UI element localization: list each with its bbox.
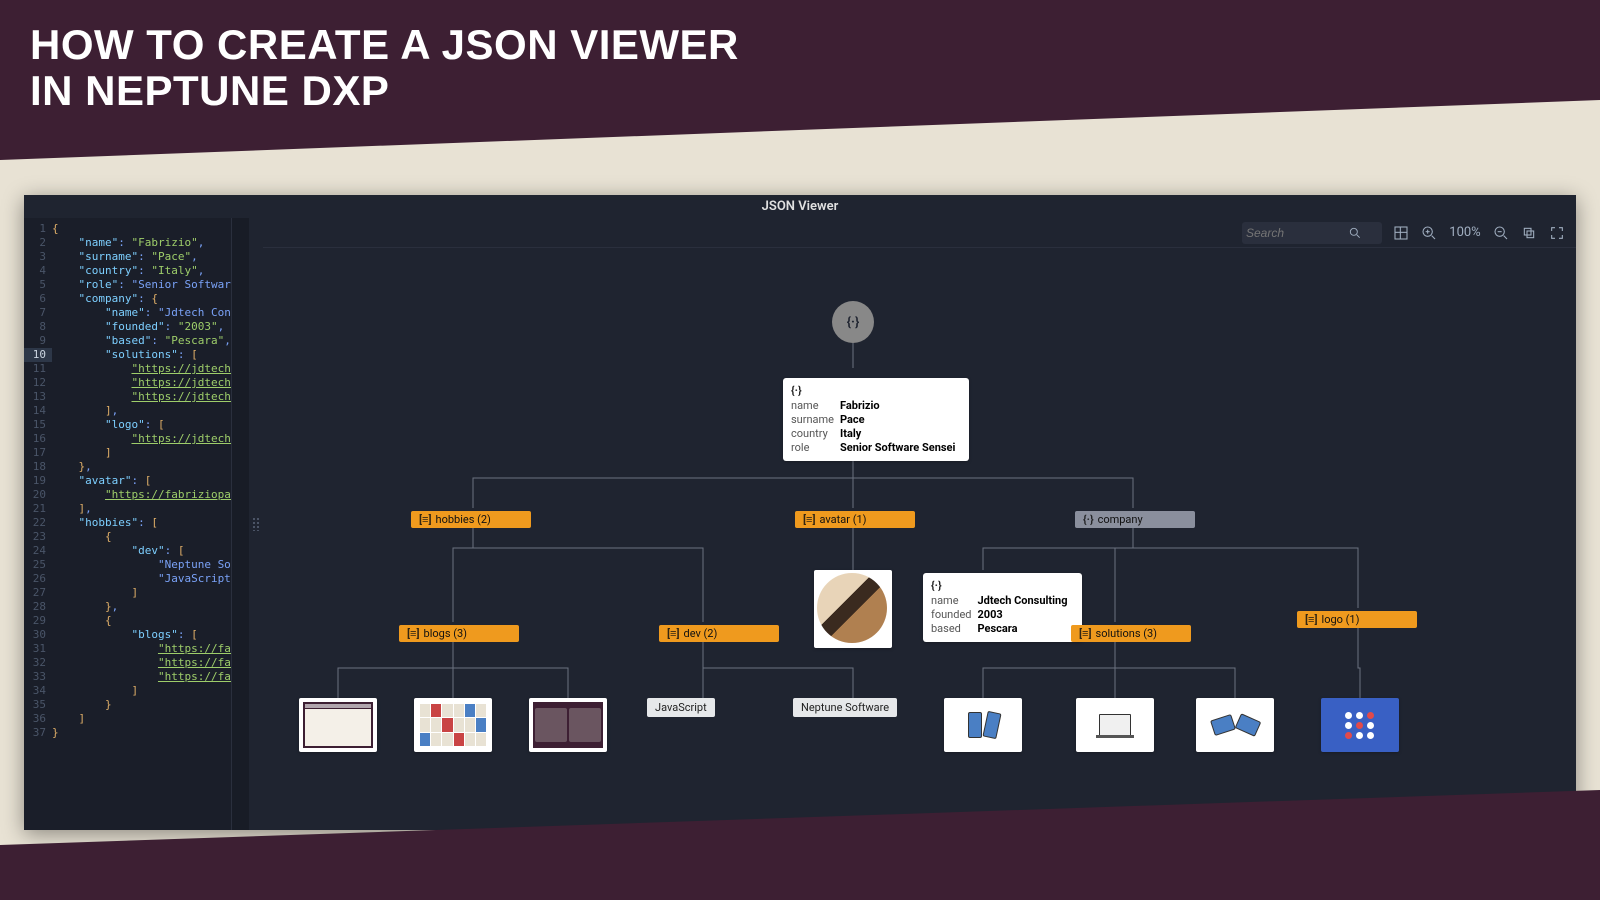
fullscreen-icon[interactable] (1548, 224, 1566, 242)
dev-item-js[interactable]: JavaScript (647, 698, 715, 717)
app-title: JSON Viewer (24, 195, 1576, 218)
viewer-pane: 100% (263, 218, 1576, 830)
company-tag[interactable]: {·}company (1075, 508, 1195, 528)
blog-thumb-1[interactable] (299, 698, 377, 752)
minimap[interactable] (231, 218, 249, 830)
solution-thumb-1[interactable] (944, 698, 1022, 752)
avatar-tag[interactable]: [≡]avatar (1) (795, 508, 915, 528)
solution-thumb-3[interactable] (1196, 698, 1274, 752)
zoom-out-icon[interactable] (1492, 224, 1510, 242)
avatar-thumb[interactable] (814, 570, 892, 648)
search-field[interactable] (1242, 222, 1382, 244)
fit-icon[interactable] (1520, 224, 1538, 242)
search-icon[interactable] (1346, 224, 1364, 242)
slide-title: HOW TO CREATE A JSON VIEWER IN NEPTUNE D… (30, 22, 739, 114)
diagram-canvas[interactable]: {·} {·} nameFabriziosurnamePacecountryIt… (263, 248, 1576, 830)
search-input[interactable] (1246, 226, 1346, 240)
root-object-card[interactable]: {·} nameFabriziosurnamePacecountryItalyr… (783, 378, 969, 461)
company-card[interactable]: {·} nameJdtech Consultingfounded2003base… (923, 573, 1082, 642)
app-window: JSON Viewer 1234567891011121314151617181… (24, 195, 1576, 830)
zoom-in-icon[interactable] (1420, 224, 1438, 242)
dev-item-neptune[interactable]: Neptune Software (793, 698, 897, 717)
table-icon[interactable] (1392, 224, 1410, 242)
viewer-toolbar: 100% (263, 218, 1576, 248)
solution-thumb-2[interactable] (1076, 698, 1154, 752)
blogs-tag[interactable]: [≡]blogs (3) (399, 622, 519, 642)
pane-splitter[interactable] (249, 218, 263, 830)
solutions-tag[interactable]: [≡]solutions (3) (1071, 622, 1191, 642)
root-node[interactable]: {·} (832, 301, 874, 343)
logo-thumb[interactable] (1321, 698, 1399, 752)
logo-tag[interactable]: [≡]logo (1) (1297, 608, 1417, 628)
code-editor[interactable]: 1234567891011121314151617181920212223242… (24, 218, 249, 830)
hobbies-tag[interactable]: [≡]hobbies (2) (411, 508, 531, 528)
zoom-level: 100% (1448, 225, 1482, 240)
dev-tag[interactable]: [≡]dev (2) (659, 622, 779, 642)
code-lines[interactable]: { "name": "Fabrizio", "surname": "Pace",… (52, 218, 231, 830)
blog-thumb-3[interactable] (529, 698, 607, 752)
line-gutter: 1234567891011121314151617181920212223242… (24, 218, 52, 830)
blog-thumb-2[interactable] (414, 698, 492, 752)
